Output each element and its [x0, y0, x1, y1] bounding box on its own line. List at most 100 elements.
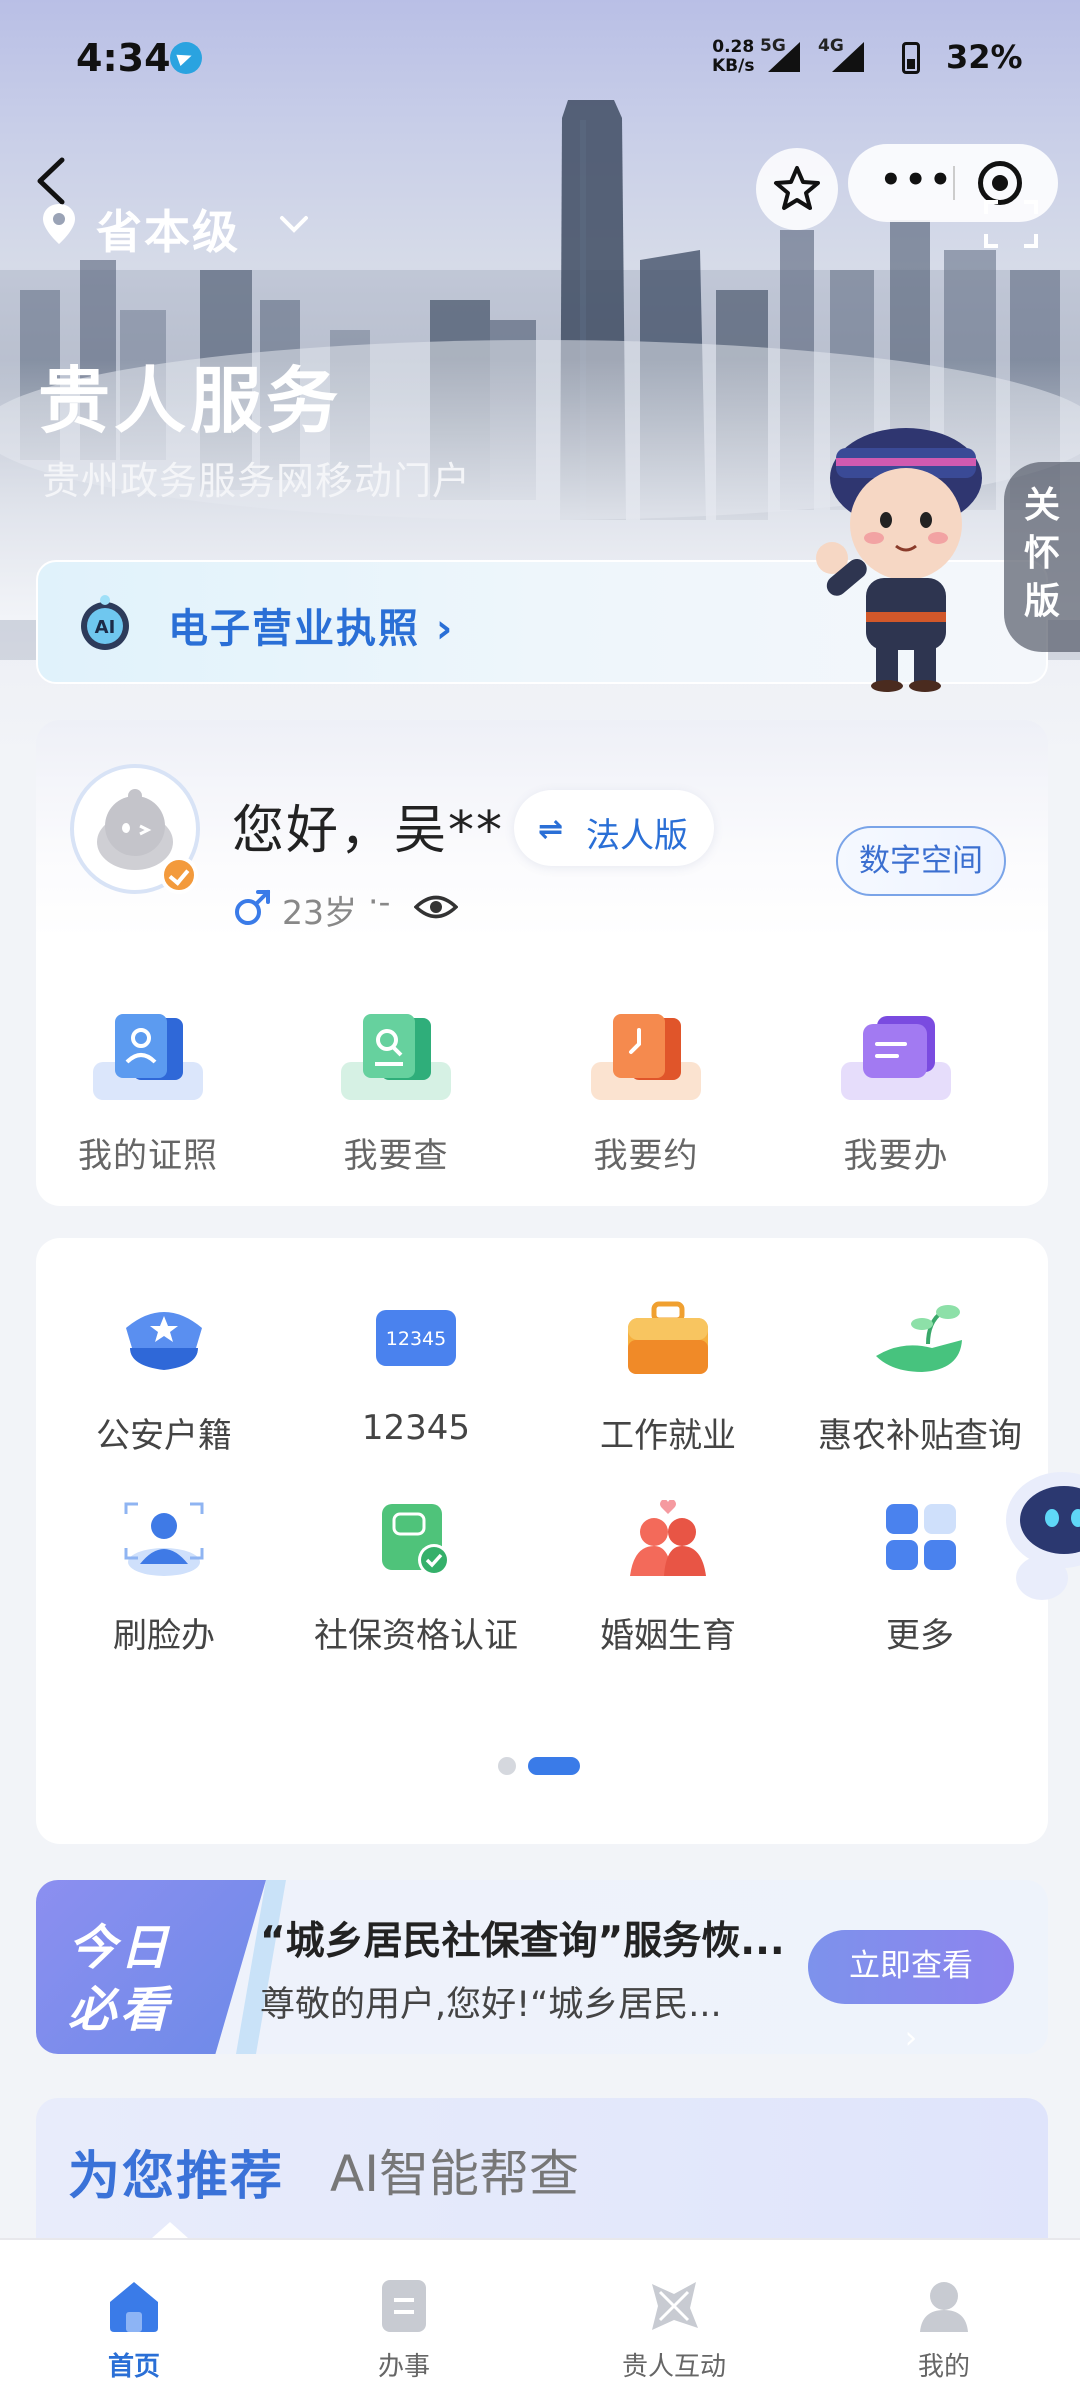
- switch-arrows-icon: ⇌: [538, 812, 564, 847]
- default-avatar-icon: [97, 789, 173, 870]
- scan-icon[interactable]: [982, 198, 1040, 250]
- telegram-icon: [170, 42, 202, 74]
- social-security-icon: [382, 1504, 450, 1576]
- license-banner-text: 电子营业执照: [168, 606, 420, 652]
- service-label: 刷脸办: [113, 1616, 215, 1656]
- page-title: 贵人服务: [38, 359, 343, 443]
- service-label: 社保资格认证: [314, 1616, 518, 1656]
- service-farm-subsidy[interactable]: 惠农补贴查询: [794, 1300, 1046, 1457]
- briefcase-icon: [628, 1301, 708, 1374]
- service-label: 婚姻生育: [600, 1616, 736, 1656]
- tab-label: 办事: [377, 2352, 430, 2382]
- quick-action-label: 我要办: [843, 1136, 949, 1176]
- quick-action-appointment[interactable]: 我要约: [556, 1010, 736, 1177]
- favorite-button[interactable]: [756, 148, 838, 230]
- view-now-button[interactable]: 立即查看 ›: [808, 1930, 1014, 2054]
- bottom-tab-bar: 首页 办事 贵人互动 我的: [0, 2238, 1080, 2400]
- verified-badge-icon: [160, 856, 198, 894]
- today-tag-line1: 今日: [68, 1920, 173, 1976]
- page-dot-active: [528, 1757, 580, 1775]
- recommend-section: 为您推荐 AI智能帮查: [36, 2098, 1048, 2238]
- signal-icon-sim1: [768, 42, 800, 72]
- quick-action-label: 我的证照: [78, 1136, 218, 1176]
- tab-label: 我的: [917, 2352, 970, 2382]
- farm-subsidy-icon: [876, 1305, 962, 1372]
- hotline-12345-icon: 12345: [376, 1310, 456, 1366]
- services-grid-card: 公安户籍 12345 12345 工作就业 惠农补贴查询 刷脸办 社保资格认证 …: [36, 1238, 1048, 1844]
- star-icon: [774, 166, 820, 210]
- net-speed-value: 0.28: [712, 37, 755, 57]
- document-icon: [382, 2280, 426, 2332]
- battery-percent: 32%: [946, 38, 1023, 76]
- tab-interact[interactable]: 贵人互动: [594, 2278, 754, 2383]
- quick-action-handle[interactable]: 我要办: [806, 1010, 986, 1177]
- page-dot-inactive: [498, 1757, 516, 1775]
- appointment-clock-icon: [591, 1014, 701, 1100]
- user-greeting: 您好，吴**: [232, 801, 505, 861]
- interact-icon: [652, 2282, 698, 2330]
- page-subtitle: 贵州政务服务网移动门户: [42, 459, 472, 503]
- service-label: 更多: [886, 1616, 954, 1656]
- tab-mine[interactable]: 我的: [864, 2278, 1024, 2383]
- service-label: 12345: [361, 1408, 471, 1448]
- view-now-text: 立即查看: [849, 1948, 973, 1984]
- police-cap-icon: [126, 1312, 202, 1370]
- service-face-scan[interactable]: 刷脸办: [38, 1500, 290, 1657]
- care-mode-label: 关怀版: [1023, 485, 1060, 622]
- service-12345-hotline[interactable]: 12345 12345: [290, 1300, 542, 1448]
- switch-legal-entity-label: 法人版: [586, 816, 688, 856]
- male-gender-icon: [235, 890, 270, 925]
- care-mode-tab[interactable]: 关怀版: [1004, 462, 1080, 652]
- digital-space-button[interactable]: 数字空间: [836, 826, 1006, 896]
- quick-action-query[interactable]: 我要查: [306, 1010, 486, 1177]
- back-arrow-icon[interactable]: [32, 156, 72, 206]
- status-bar: 4:34 0.28 KB/s 5G 4G 32%: [0, 30, 1080, 90]
- capsule-divider: [953, 166, 955, 200]
- ai-assistant-robot-icon[interactable]: [1002, 1460, 1080, 1610]
- status-time: 4:34: [76, 36, 171, 80]
- net-speed-unit: KB/s: [712, 56, 755, 76]
- switch-legal-entity-button[interactable]: ⇌ 法人版: [514, 790, 714, 866]
- profile-icon: [920, 2282, 968, 2332]
- network-speed: 0.28 KB/s: [712, 38, 754, 76]
- today-must-see-banner[interactable]: 今日 必看 “城乡居民社保查询”服务恢... 尊敬的用户,您好!“城乡居民...…: [36, 1880, 1048, 2054]
- location-selector[interactable]: 省本级: [96, 196, 240, 262]
- search-doc-icon: [341, 1014, 451, 1100]
- task-folder-icon: [841, 1016, 951, 1100]
- user-card: 您好，吴** ⇌ 法人版 数字空间 23岁 ·- 我的证照 我要查 我要约 我要…: [36, 720, 1048, 1206]
- tab-recommend[interactable]: 为您推荐: [68, 2134, 284, 2209]
- location-pin-icon[interactable]: [40, 202, 78, 246]
- more-grid-icon: [886, 1504, 956, 1570]
- tab-affairs[interactable]: 办事: [324, 2278, 484, 2383]
- mascot-character-image: [816, 428, 982, 692]
- service-employment[interactable]: 工作就业: [542, 1300, 794, 1457]
- avatar[interactable]: [70, 764, 200, 894]
- service-label: 惠农补贴查询: [818, 1416, 1022, 1456]
- page-indicator: [498, 1754, 598, 1775]
- quick-action-label: 我要约: [593, 1136, 699, 1176]
- tab-ai-check[interactable]: AI智能帮查: [330, 2134, 579, 2206]
- battery-icon: [902, 42, 920, 74]
- eye-icon[interactable]: [414, 892, 458, 922]
- home-icon: [110, 2282, 158, 2332]
- svg-text:AI: AI: [95, 617, 116, 638]
- service-marriage-birth[interactable]: 婚姻生育: [542, 1499, 794, 1657]
- today-title: “城乡居民社保查询”服务恢...: [260, 1919, 785, 1964]
- today-tag: 今日 必看: [36, 1880, 266, 2054]
- signal-icon-sim2: [832, 42, 864, 72]
- more-dots-icon[interactable]: •••: [880, 163, 954, 197]
- quick-action-my-license[interactable]: 我的证照: [58, 1010, 238, 1177]
- user-extra-info: ·-: [368, 882, 391, 921]
- chevron-down-icon[interactable]: [278, 214, 310, 234]
- license-banner-label: 电子营业执照 ›: [168, 606, 455, 652]
- ai-robot-icon: AI: [81, 595, 129, 650]
- service-social-security-cert[interactable]: 社保资格认证: [290, 1500, 542, 1657]
- tab-home[interactable]: 首页: [54, 2278, 214, 2383]
- marriage-icon: [630, 1499, 706, 1576]
- tab-label: 首页: [107, 2352, 160, 2382]
- service-label: 公安户籍: [96, 1416, 232, 1456]
- face-scan-icon: [124, 1502, 204, 1576]
- view-now-label: 立即查看 ›: [808, 1930, 1014, 2054]
- service-police-registry[interactable]: 公安户籍: [38, 1300, 290, 1457]
- hotline-icon-text: 12345: [386, 1328, 446, 1350]
